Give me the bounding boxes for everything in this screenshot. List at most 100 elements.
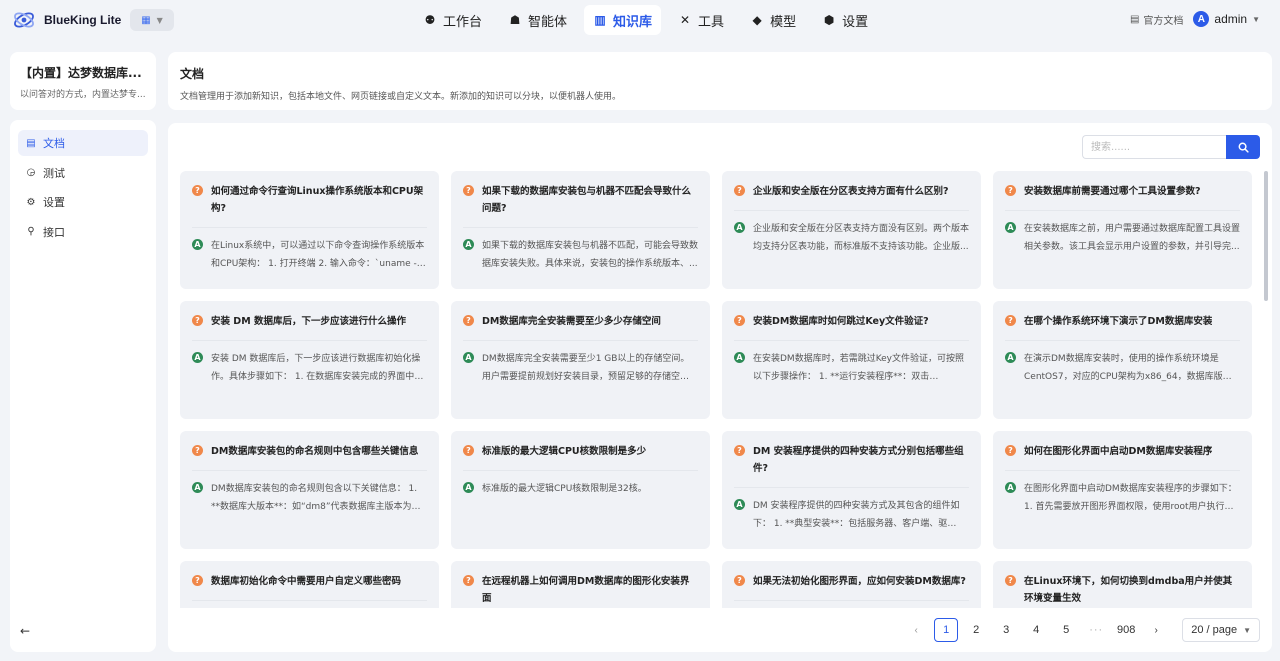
nav-label: 工作台 xyxy=(443,13,483,29)
question-icon: ? xyxy=(734,575,745,586)
page-button-5[interactable]: 5 xyxy=(1054,618,1078,642)
question-text: DM数据库完全安装需要至少多少存储空间 xyxy=(482,316,661,327)
qa-card[interactable]: ? 安装DM数据库时如何跳过Key文件验证? A 在安装DM数据库时，若需跳过Key文… xyxy=(722,301,981,419)
answer-text: 标准版的最大逻辑CPU核数限制是32核。 xyxy=(482,484,647,494)
qa-answer: A 安装 DM 数据库后，下一步应该进行数据库初始化操作。具体步骤如下： 1. 在… xyxy=(192,350,427,386)
header-right: ▤ 官方文档 A admin ▼ xyxy=(1130,11,1260,27)
answer-icon: A xyxy=(734,222,745,233)
question-icon: ? xyxy=(463,575,474,586)
divider xyxy=(1005,470,1240,471)
search-button[interactable] xyxy=(1226,135,1260,159)
page-description: 文档管理用于添加新知识，包括本地文件、网页链接或自定义文本。新添加的知识可以分块… xyxy=(180,92,622,102)
answer-icon: A xyxy=(463,239,474,250)
qa-answer: A 在安装DM数据库时，若需跳过Key文件验证，可按照以下步骤操作： 1. **运… xyxy=(734,350,969,386)
qa-card[interactable]: ? 如何在图形化界面中启动DM数据库安装程序 A 在图形化界面中启动DM数据库安装程序… xyxy=(993,431,1252,549)
answer-text: 在Linux系统中，可以通过以下命令查询操作系统版本和CPU架构： 1. 打开终… xyxy=(211,241,425,269)
question-icon: ? xyxy=(463,185,474,196)
nav-label: 设置 xyxy=(842,13,869,29)
divider xyxy=(1005,210,1240,211)
nav-label: 智能体 xyxy=(528,13,568,29)
page-button-2[interactable]: 2 xyxy=(964,618,988,642)
answer-text: 如果下载的数据库安装包与机器不匹配，可能会导致数据库安装失败。具体来说，安装包的… xyxy=(482,241,698,269)
chevron-down-icon: ▼ xyxy=(1243,625,1251,635)
apps-grid-icon: ▦ xyxy=(141,14,151,26)
question-icon: ? xyxy=(463,445,474,456)
page-button-1[interactable]: 1 xyxy=(934,618,959,642)
page-size-select[interactable]: 20 / page ▼ xyxy=(1182,618,1260,642)
question-icon: ? xyxy=(734,315,745,326)
divider xyxy=(192,340,427,341)
qa-question: ? 如果无法初始化图形界面，应如何安装DM数据库? xyxy=(734,573,969,590)
qa-card[interactable]: ? DM数据库完全安装需要至少多少存储空间 A DM数据库完全安装需要至少1 GB以上… xyxy=(451,301,710,419)
answer-text: 企业版和安全版在分区表支持方面没有区别。两个版本均支持分区表功能，而标准版不支持… xyxy=(753,224,969,252)
avatar: A xyxy=(1193,11,1210,27)
answer-text: DM数据库完全安装需要至少1 GB以上的存储空间。用户需要提前规划好安装目录，预… xyxy=(482,354,690,382)
qa-card[interactable]: ? 如果下载的数据库安装包与机器不匹配会导致什么问题? A 如果下载的数据库安装包与机… xyxy=(451,171,710,289)
qa-question: ? DM 安装程序提供的四种安装方式分别包括哪些组件? xyxy=(734,443,969,477)
question-icon: ? xyxy=(192,445,203,456)
qa-card[interactable]: ? DM 安装程序提供的四种安装方式分别包括哪些组件? A DM 安装程序提供的四种安… xyxy=(722,431,981,549)
qa-card[interactable]: ?数据库初始化命令中需要用户自定义哪些密码A xyxy=(180,561,439,608)
qa-question: ? 如何在图形化界面中启动DM数据库安装程序 xyxy=(1005,443,1240,460)
qa-answer: A 在安装数据库之前，用户需要通过数据库配置工具设置相关参数。该工具会显示用户设置… xyxy=(1005,220,1240,256)
prev-page-button[interactable]: ‹ xyxy=(904,618,928,642)
nav-item-workbench[interactable]: ⚉ 工作台 xyxy=(414,5,491,35)
tools-icon: ✕ xyxy=(680,13,691,27)
qa-card[interactable]: ?在Linux环境下，如何切换到dmdba用户并使其环境变量生效A xyxy=(993,561,1252,608)
logo[interactable]: BlueKing Lite xyxy=(12,8,121,32)
qa-answer: A 在演示DM数据库安装时，使用的操作系统环境是CentOS7，对应的CPU架构为… xyxy=(1005,350,1240,386)
user-menu[interactable]: A admin ▼ xyxy=(1193,11,1260,27)
knowledge-icon: ▥ xyxy=(594,13,606,27)
answer-icon: A xyxy=(734,499,745,510)
collapse-sidebar-button[interactable]: ← xyxy=(20,624,30,638)
answer-text: 在安装DM数据库时，若需跳过Key文件验证，可按照以下步骤操作： 1. **运行… xyxy=(753,354,965,382)
qa-card[interactable]: ? 安装数据库前需要通过哪个工具设置参数? A 在安装数据库之前，用户需要通过数据库配… xyxy=(993,171,1252,289)
qa-card[interactable]: ? 企业版和安全版在分区表支持方面有什么区别? A 企业版和安全版在分区表支持方面没有… xyxy=(722,171,981,289)
sidebar-item-documents[interactable]: ▤ 文档 xyxy=(18,130,148,156)
divider xyxy=(1005,340,1240,341)
qa-question: ? 标准版的最大逻辑CPU核数限制是多少 xyxy=(463,443,698,460)
username: admin xyxy=(1214,12,1248,26)
qa-card[interactable]: ? 标准版的最大逻辑CPU核数限制是多少 A 标准版的最大逻辑CPU核数限制是32核。 xyxy=(451,431,710,549)
sidebar-item-label: 测试 xyxy=(43,166,65,180)
divider xyxy=(734,210,969,211)
app-switcher[interactable]: ▦ ▼ xyxy=(130,9,174,31)
knowledge-base-desc: 以问答对的方式，内置达梦专... xyxy=(20,90,146,100)
qa-answer: A DM数据库完全安装需要至少1 GB以上的存储空间。用户需要提前规划好安装目录，… xyxy=(463,350,698,386)
sidebar-item-api[interactable]: ⚲ 接口 xyxy=(18,219,148,245)
qa-card[interactable]: ? 在哪个操作系统环境下演示了DM数据库安装 A 在演示DM数据库安装时，使用的操作系… xyxy=(993,301,1252,419)
divider xyxy=(463,340,698,341)
sidebar-item-test[interactable]: ◶ 测试 xyxy=(18,160,148,186)
sidebar-item-settings[interactable]: ⚙ 设置 xyxy=(18,189,148,215)
page-button-4[interactable]: 4 xyxy=(1024,618,1048,642)
nav-label: 工具 xyxy=(698,13,725,29)
nav-item-agent[interactable]: ☗ 智能体 xyxy=(499,5,576,35)
qa-card[interactable]: ?在远程机器上如何调用DM数据库的图形化安装界面A xyxy=(451,561,710,608)
answer-text: 在安装数据库之前，用户需要通过数据库配置工具设置相关参数。该工具会显示用户设置的… xyxy=(1024,224,1240,252)
answer-icon: A xyxy=(192,239,203,250)
qa-card[interactable]: ? DM数据库安装包的命名规则中包含哪些关键信息 A DM数据库安装包的命名规则包含以… xyxy=(180,431,439,549)
nav-item-knowledge[interactable]: ▥ 知识库 xyxy=(584,5,662,35)
official-docs-link[interactable]: ▤ 官方文档 xyxy=(1130,12,1183,27)
nav-item-model[interactable]: ◆ 模型 xyxy=(741,5,805,35)
answer-icon: A xyxy=(463,482,474,493)
question-text: 企业版和安全版在分区表支持方面有什么区别? xyxy=(753,186,949,197)
arrow-left-icon: ← xyxy=(20,624,31,638)
page-ellipsis[interactable]: ··· xyxy=(1084,618,1108,642)
nav-item-settings[interactable]: ⬢ 设置 xyxy=(813,5,877,35)
qa-card[interactable]: ?如果无法初始化图形界面，应如何安装DM数据库?A xyxy=(722,561,981,608)
page-button-last[interactable]: 908 xyxy=(1114,618,1138,642)
answer-icon: A xyxy=(192,482,203,493)
api-icon: ⚲ xyxy=(27,226,35,237)
qa-card[interactable]: ? 安装 DM 数据库后，下一步应该进行什么操作 A 安装 DM 数据库后，下一步应该… xyxy=(180,301,439,419)
divider xyxy=(734,600,969,601)
answer-icon: A xyxy=(463,352,474,363)
qa-question: ? 安装 DM 数据库后，下一步应该进行什么操作 xyxy=(192,313,427,330)
qa-card[interactable]: ? 如何通过命令行查询Linux操作系统版本和CPU架构? A 在Linux系统中，可… xyxy=(180,171,439,289)
page-button-3[interactable]: 3 xyxy=(994,618,1018,642)
answer-icon: A xyxy=(1005,352,1016,363)
nav-item-tools[interactable]: ✕ 工具 xyxy=(669,5,733,35)
search-input[interactable] xyxy=(1082,135,1226,159)
next-page-button[interactable]: › xyxy=(1144,618,1168,642)
vertical-scrollbar[interactable] xyxy=(1264,171,1268,301)
